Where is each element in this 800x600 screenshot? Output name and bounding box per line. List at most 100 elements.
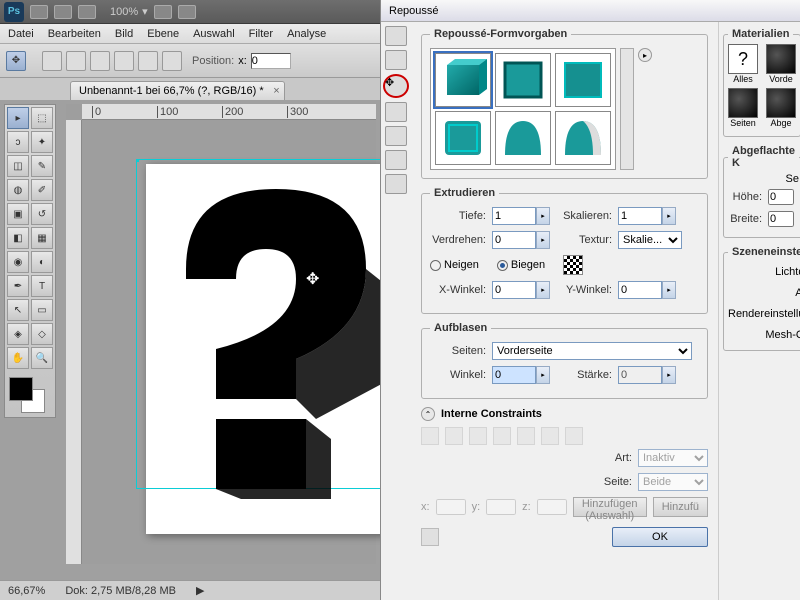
material-vorder[interactable] bbox=[766, 44, 796, 74]
hand-icon[interactable] bbox=[154, 5, 172, 19]
preset-grid bbox=[430, 48, 616, 170]
menu-bild[interactable]: Bild bbox=[115, 28, 133, 40]
biegen-radio[interactable]: Biegen bbox=[497, 259, 545, 271]
mesh-pan-icon[interactable]: ✥ bbox=[383, 74, 409, 98]
dialog-titlebar[interactable]: Repoussé bbox=[381, 0, 800, 22]
tool-dodge[interactable]: ◐ bbox=[31, 251, 53, 273]
tool-pen[interactable]: ✒ bbox=[7, 275, 29, 297]
preset-6[interactable] bbox=[555, 111, 611, 165]
qr-icon[interactable] bbox=[563, 255, 583, 275]
3d-pan-icon[interactable] bbox=[90, 51, 110, 71]
3d-roll-icon[interactable] bbox=[66, 51, 86, 71]
menu-filter[interactable]: Filter bbox=[249, 28, 273, 40]
x-input[interactable] bbox=[251, 53, 291, 69]
toolbox: ▸⬚ ɔ✦ ◫✎ ◍✐ ▣↺ ◧▦ ◉◐ ✒T ↖▭ ◈◇ ✋🔍 bbox=[4, 104, 56, 418]
scene-render: Rendereinstellung bbox=[728, 304, 800, 325]
preset-scrollbar[interactable] bbox=[620, 48, 634, 170]
breite-label: Breite: bbox=[728, 213, 762, 225]
status-arrow-icon[interactable]: ▶ bbox=[196, 584, 204, 597]
preset-3[interactable] bbox=[555, 53, 611, 107]
preset-4[interactable] bbox=[435, 111, 491, 165]
3d-view-icon[interactable] bbox=[162, 51, 182, 71]
tool-shape[interactable]: ▭ bbox=[31, 299, 53, 321]
menu-auswahl[interactable]: Auswahl bbox=[193, 28, 235, 40]
textur-select[interactable]: Skalie... bbox=[618, 231, 682, 249]
preset-menu-icon[interactable]: ▸ bbox=[638, 48, 652, 62]
tool-wand[interactable]: ✦ bbox=[31, 131, 53, 153]
mesh-slide-icon[interactable] bbox=[385, 102, 407, 122]
hoehe-input[interactable] bbox=[768, 189, 794, 205]
tool-move[interactable]: ▸ bbox=[7, 107, 29, 129]
ok-button[interactable]: OK bbox=[612, 527, 708, 547]
tool-healing[interactable]: ◍ bbox=[7, 179, 29, 201]
breite-input[interactable] bbox=[768, 211, 794, 227]
constraint-icon-3 bbox=[469, 427, 487, 445]
material-abge[interactable] bbox=[766, 88, 796, 118]
bridge-icon[interactable] bbox=[30, 5, 48, 19]
document-tab-title: Unbenannt-1 bei 66,7% (?, RGB/16) * bbox=[79, 85, 264, 97]
tool-crop[interactable]: ◫ bbox=[7, 155, 29, 177]
status-zoom[interactable]: 66,67% bbox=[8, 585, 45, 597]
seiten-select[interactable]: Vorderseite bbox=[492, 342, 692, 360]
preset-2[interactable] bbox=[495, 53, 551, 107]
tool-marquee[interactable]: ⬚ bbox=[31, 107, 53, 129]
menu-ebene[interactable]: Ebene bbox=[147, 28, 179, 40]
xwinkel-stepper[interactable]: ▸ bbox=[536, 281, 550, 299]
verdrehen-stepper[interactable]: ▸ bbox=[536, 231, 550, 249]
skalieren-stepper[interactable]: ▸ bbox=[662, 207, 676, 225]
tiefe-stepper[interactable]: ▸ bbox=[536, 207, 550, 225]
minibridge-icon[interactable] bbox=[54, 5, 72, 19]
3d-rotate-icon[interactable] bbox=[42, 51, 62, 71]
skalieren-label: Skalieren: bbox=[556, 210, 612, 222]
winkel-label: Winkel: bbox=[430, 369, 486, 381]
viewextras-icon[interactable] bbox=[78, 5, 96, 19]
winkel-input[interactable] bbox=[492, 366, 536, 384]
tiefe-input[interactable] bbox=[492, 207, 536, 225]
tool-lasso[interactable]: ɔ bbox=[7, 131, 29, 153]
ruler-mark: 0 bbox=[92, 106, 101, 118]
mesh-tool6-icon[interactable] bbox=[385, 150, 407, 170]
3d-slide-icon[interactable] bbox=[114, 51, 134, 71]
tool-zoom[interactable]: 🔍 bbox=[31, 347, 53, 369]
tool-eraser[interactable]: ◧ bbox=[7, 227, 29, 249]
ywinkel-stepper[interactable]: ▸ bbox=[662, 281, 676, 299]
material-alles[interactable]: ? bbox=[728, 44, 758, 74]
mesh-rotate-icon[interactable] bbox=[385, 26, 407, 46]
tool-eyedropper[interactable]: ✎ bbox=[31, 155, 53, 177]
active-tool-icon[interactable]: ✥ bbox=[6, 51, 26, 71]
trash-icon[interactable] bbox=[421, 528, 439, 546]
document-tab[interactable]: Unbenannt-1 bei 66,7% (?, RGB/16) * × bbox=[70, 81, 285, 100]
tool-3d[interactable]: ◈ bbox=[7, 323, 29, 345]
tool-brush[interactable]: ✐ bbox=[31, 179, 53, 201]
menu-analyse[interactable]: Analyse bbox=[287, 28, 326, 40]
tool-type[interactable]: T bbox=[31, 275, 53, 297]
mesh-tool7-icon[interactable] bbox=[385, 174, 407, 194]
tool-gradient[interactable]: ▦ bbox=[31, 227, 53, 249]
tool-path[interactable]: ↖ bbox=[7, 299, 29, 321]
zoom-dropdown-icon[interactable]: ▾ bbox=[142, 5, 148, 18]
3d-scale-icon[interactable] bbox=[138, 51, 158, 71]
tool-3dcamera[interactable]: ◇ bbox=[31, 323, 53, 345]
xwinkel-input[interactable] bbox=[492, 281, 536, 299]
menu-datei[interactable]: Datei bbox=[8, 28, 34, 40]
arrange-icon[interactable] bbox=[178, 5, 196, 19]
mesh-scale-icon[interactable] bbox=[385, 126, 407, 146]
preset-1[interactable] bbox=[435, 53, 491, 107]
constraints-collapse-icon[interactable]: ⌃ bbox=[421, 407, 435, 421]
tool-hand[interactable]: ✋ bbox=[7, 347, 29, 369]
tool-stamp[interactable]: ▣ bbox=[7, 203, 29, 225]
material-seiten[interactable] bbox=[728, 88, 758, 118]
foreground-color[interactable] bbox=[9, 377, 33, 401]
tool-blur[interactable]: ◉ bbox=[7, 251, 29, 273]
mesh-roll-icon[interactable] bbox=[385, 50, 407, 70]
color-swatches[interactable] bbox=[7, 375, 53, 415]
neigen-radio[interactable]: Neigen bbox=[430, 259, 479, 271]
preset-5[interactable] bbox=[495, 111, 551, 165]
skalieren-input[interactable] bbox=[618, 207, 662, 225]
verdrehen-input[interactable] bbox=[492, 231, 536, 249]
close-tab-icon[interactable]: × bbox=[273, 85, 279, 97]
winkel-stepper[interactable]: ▸ bbox=[536, 366, 550, 384]
tool-history[interactable]: ↺ bbox=[31, 203, 53, 225]
ywinkel-input[interactable] bbox=[618, 281, 662, 299]
menu-bearbeiten[interactable]: Bearbeiten bbox=[48, 28, 101, 40]
